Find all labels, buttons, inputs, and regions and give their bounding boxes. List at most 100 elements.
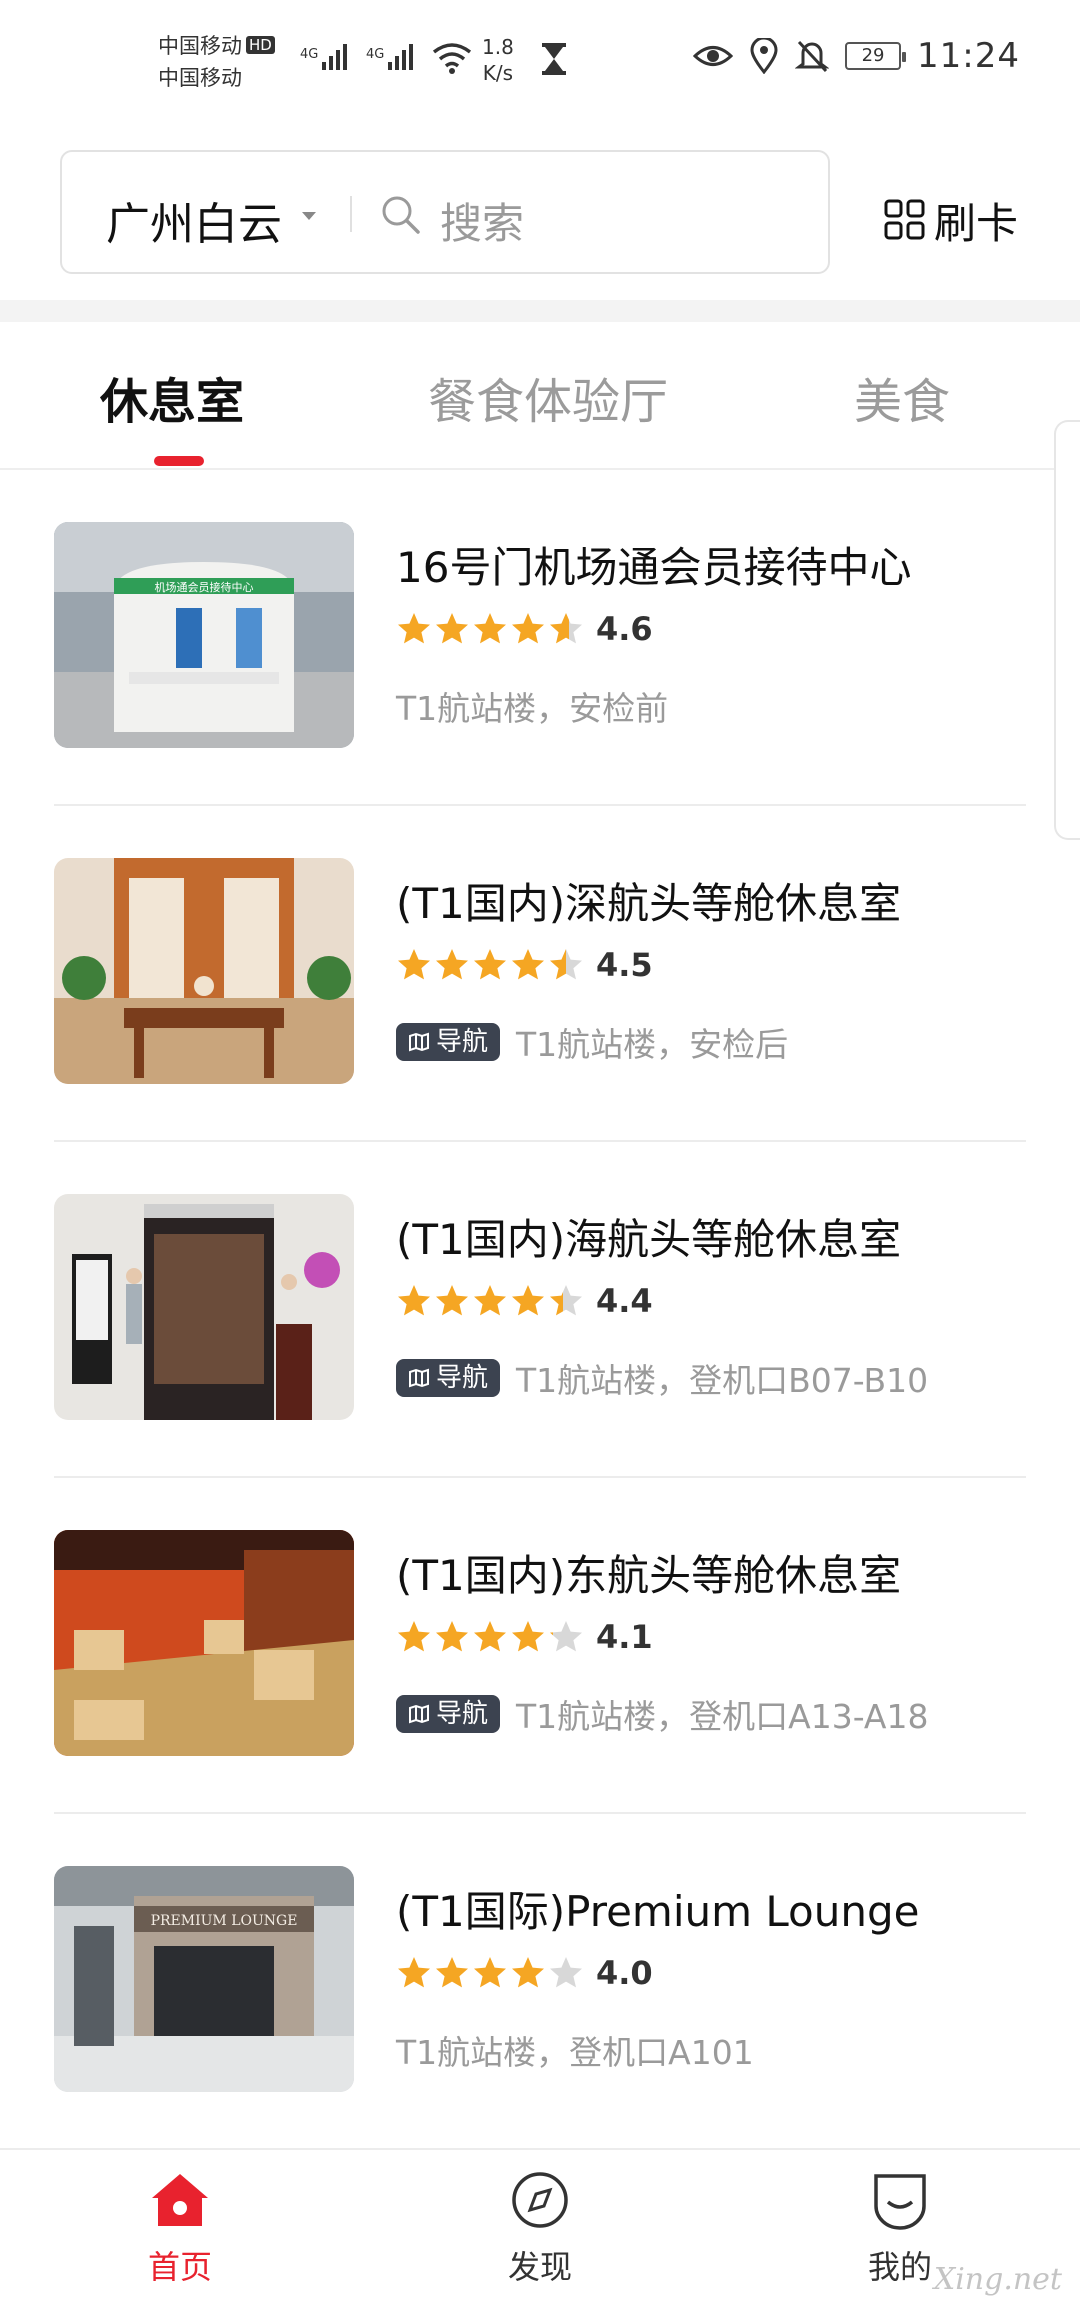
star-icon [512, 1285, 544, 1316]
wifi-icon [432, 43, 472, 74]
net-speed-unit: K/s [482, 61, 514, 85]
lounge-location: T1航站楼，安检前 [396, 689, 669, 728]
lounge-location: T1航站楼，安检后 [516, 1025, 789, 1064]
rating-value: 4.1 [596, 1618, 653, 1656]
star-icon [474, 1621, 506, 1652]
rating-stars: 4.0 [396, 1954, 653, 1992]
hourglass-icon [542, 43, 566, 75]
navigate-button[interactable]: 导航 [396, 1695, 501, 1733]
search-icon [382, 196, 420, 234]
svg-text:4G: 4G [366, 47, 384, 62]
rating-value: 4.0 [596, 1954, 653, 1992]
status-bar: 中国移动 HD 中国移动 4G 4G 1.8 K/s 29 11:24 [0, 0, 1080, 130]
star-icon [474, 613, 506, 644]
star-icon [436, 1957, 468, 1988]
search-input[interactable]: 搜索 [440, 190, 524, 251]
lounge-item[interactable]: 机场通会员接待中心 16号门机场通会员接待中心 4.6 T1航站楼，安检前 [54, 470, 1026, 806]
nav-discover-label: 发现 [507, 2248, 572, 2286]
tab-food[interactable]: 美食 [854, 362, 950, 432]
tab-dining-hall[interactable]: 餐食体验厅 [428, 362, 668, 432]
star-icon [474, 1957, 506, 1988]
nav-discover[interactable]: 发现 [460, 2170, 620, 2288]
star-icon [436, 1285, 468, 1316]
navigate-label: 导航 [436, 1027, 489, 1057]
map-icon [409, 1368, 429, 1388]
star-icon [512, 1621, 544, 1652]
lounge-meta: T1航站楼，安检前 [396, 682, 668, 730]
star-icon [436, 1621, 468, 1652]
map-icon [409, 1032, 429, 1052]
swipe-card-button[interactable]: 刷卡 [884, 190, 1018, 250]
lounge-thumbnail [54, 1530, 354, 1756]
lounge-thumbnail [54, 1194, 354, 1420]
star-icon [398, 949, 430, 980]
rating-value: 4.5 [596, 946, 653, 984]
navigate-button[interactable]: 导航 [396, 1359, 501, 1397]
clock: 11:24 [917, 36, 1020, 76]
signal-icon-2: 4G [366, 44, 413, 70]
star-icon [398, 613, 430, 644]
tab-indicator [154, 456, 204, 466]
city-selector[interactable]: 广州白云 [106, 188, 282, 252]
lounge-item[interactable]: (T1国内)海航头等舱休息室 4.4 导航 T1航站楼，登机口B07-B10 [54, 1142, 1026, 1478]
star-icon [550, 949, 582, 980]
star-icon [398, 1285, 430, 1316]
navigate-label: 导航 [436, 1363, 489, 1393]
svg-text:4G: 4G [300, 47, 318, 62]
rating-value: 4.6 [596, 610, 653, 648]
carrier-info: 中国移动 HD 中国移动 [158, 30, 275, 94]
lounge-location: T1航站楼，登机口A101 [396, 2033, 754, 2072]
net-speed-value: 1.8 [482, 35, 514, 59]
lounge-thumbnail: 机场通会员接待中心 [54, 522, 354, 748]
lounge-item[interactable]: PREMIUM LOUNGE (T1国际)Premium Lounge 4.0 … [54, 1814, 1026, 2150]
lounge-thumbnail [54, 858, 354, 1084]
tab-lounge[interactable]: 休息室 [100, 362, 244, 432]
category-tabs: 休息室 餐食体验厅 美食 [0, 322, 1080, 470]
watermark: Xing.net [933, 2262, 1062, 2297]
search-bar[interactable]: 广州白云 搜索 [60, 150, 830, 274]
star-icon [474, 949, 506, 980]
star-icon [398, 1621, 430, 1652]
lounge-meta: 导航 T1航站楼，安检后 [396, 1018, 788, 1066]
star-icon [436, 949, 468, 980]
nav-home-label: 首页 [147, 2248, 212, 2286]
rating-stars: 4.1 [396, 1618, 653, 1656]
lounge-location: T1航站楼，登机口A13-A18 [516, 1697, 929, 1736]
net-speed: 1.8 K/s [482, 34, 514, 86]
lounge-item[interactable]: (T1国内)深航头等舱休息室 4.5 导航 T1航站楼，安检后 [54, 806, 1026, 1142]
lounge-thumbnail: PREMIUM LOUNGE [54, 1866, 354, 2092]
hd-badge: HD [246, 36, 275, 54]
lounge-meta: T1航站楼，登机口A101 [396, 2026, 754, 2074]
svg-text:机场通会员接待中心: 机场通会员接待中心 [155, 580, 254, 594]
edge-panel-handle[interactable] [1054, 420, 1080, 840]
rating-stars: 4.4 [396, 1282, 653, 1320]
status-right: 29 11:24 [693, 36, 1020, 76]
lounge-title: (T1国内)东航头等舱休息室 [396, 1551, 902, 1600]
star-icon [550, 1957, 582, 1988]
star-icon [474, 1285, 506, 1316]
carrier-1: 中国移动 [158, 34, 242, 58]
lounge-title: 16号门机场通会员接待中心 [396, 543, 912, 592]
chevron-down-icon[interactable] [302, 212, 316, 220]
carrier-2: 中国移动 [158, 66, 242, 90]
lounge-meta: 导航 T1航站楼，登机口A13-A18 [396, 1690, 928, 1738]
section-divider [0, 300, 1080, 322]
mute-bell-icon [795, 40, 830, 73]
location-icon [750, 38, 778, 74]
nav-home[interactable]: 首页 [100, 2170, 260, 2288]
lounge-item[interactable]: (T1国内)东航头等舱休息室 4.1 导航 T1航站楼，登机口A13-A18 [54, 1478, 1026, 1814]
star-icon [512, 613, 544, 644]
home-icon [152, 2174, 208, 2226]
lounge-location: T1航站楼，登机口B07-B10 [516, 1361, 929, 1400]
lounge-title: (T1国内)海航头等舱休息室 [396, 1215, 902, 1264]
profile-icon [874, 2174, 926, 2230]
map-icon [409, 1704, 429, 1724]
star-icon [436, 613, 468, 644]
swipe-card-label: 刷卡 [934, 198, 1019, 248]
eye-icon [693, 46, 734, 66]
compass-icon [512, 2172, 568, 2228]
svg-text:PREMIUM LOUNGE: PREMIUM LOUNGE [151, 1913, 298, 1929]
navigate-button[interactable]: 导航 [396, 1023, 501, 1061]
signal-icon: 4G [300, 44, 347, 70]
lounge-title: (T1国际)Premium Lounge [396, 1887, 920, 1936]
